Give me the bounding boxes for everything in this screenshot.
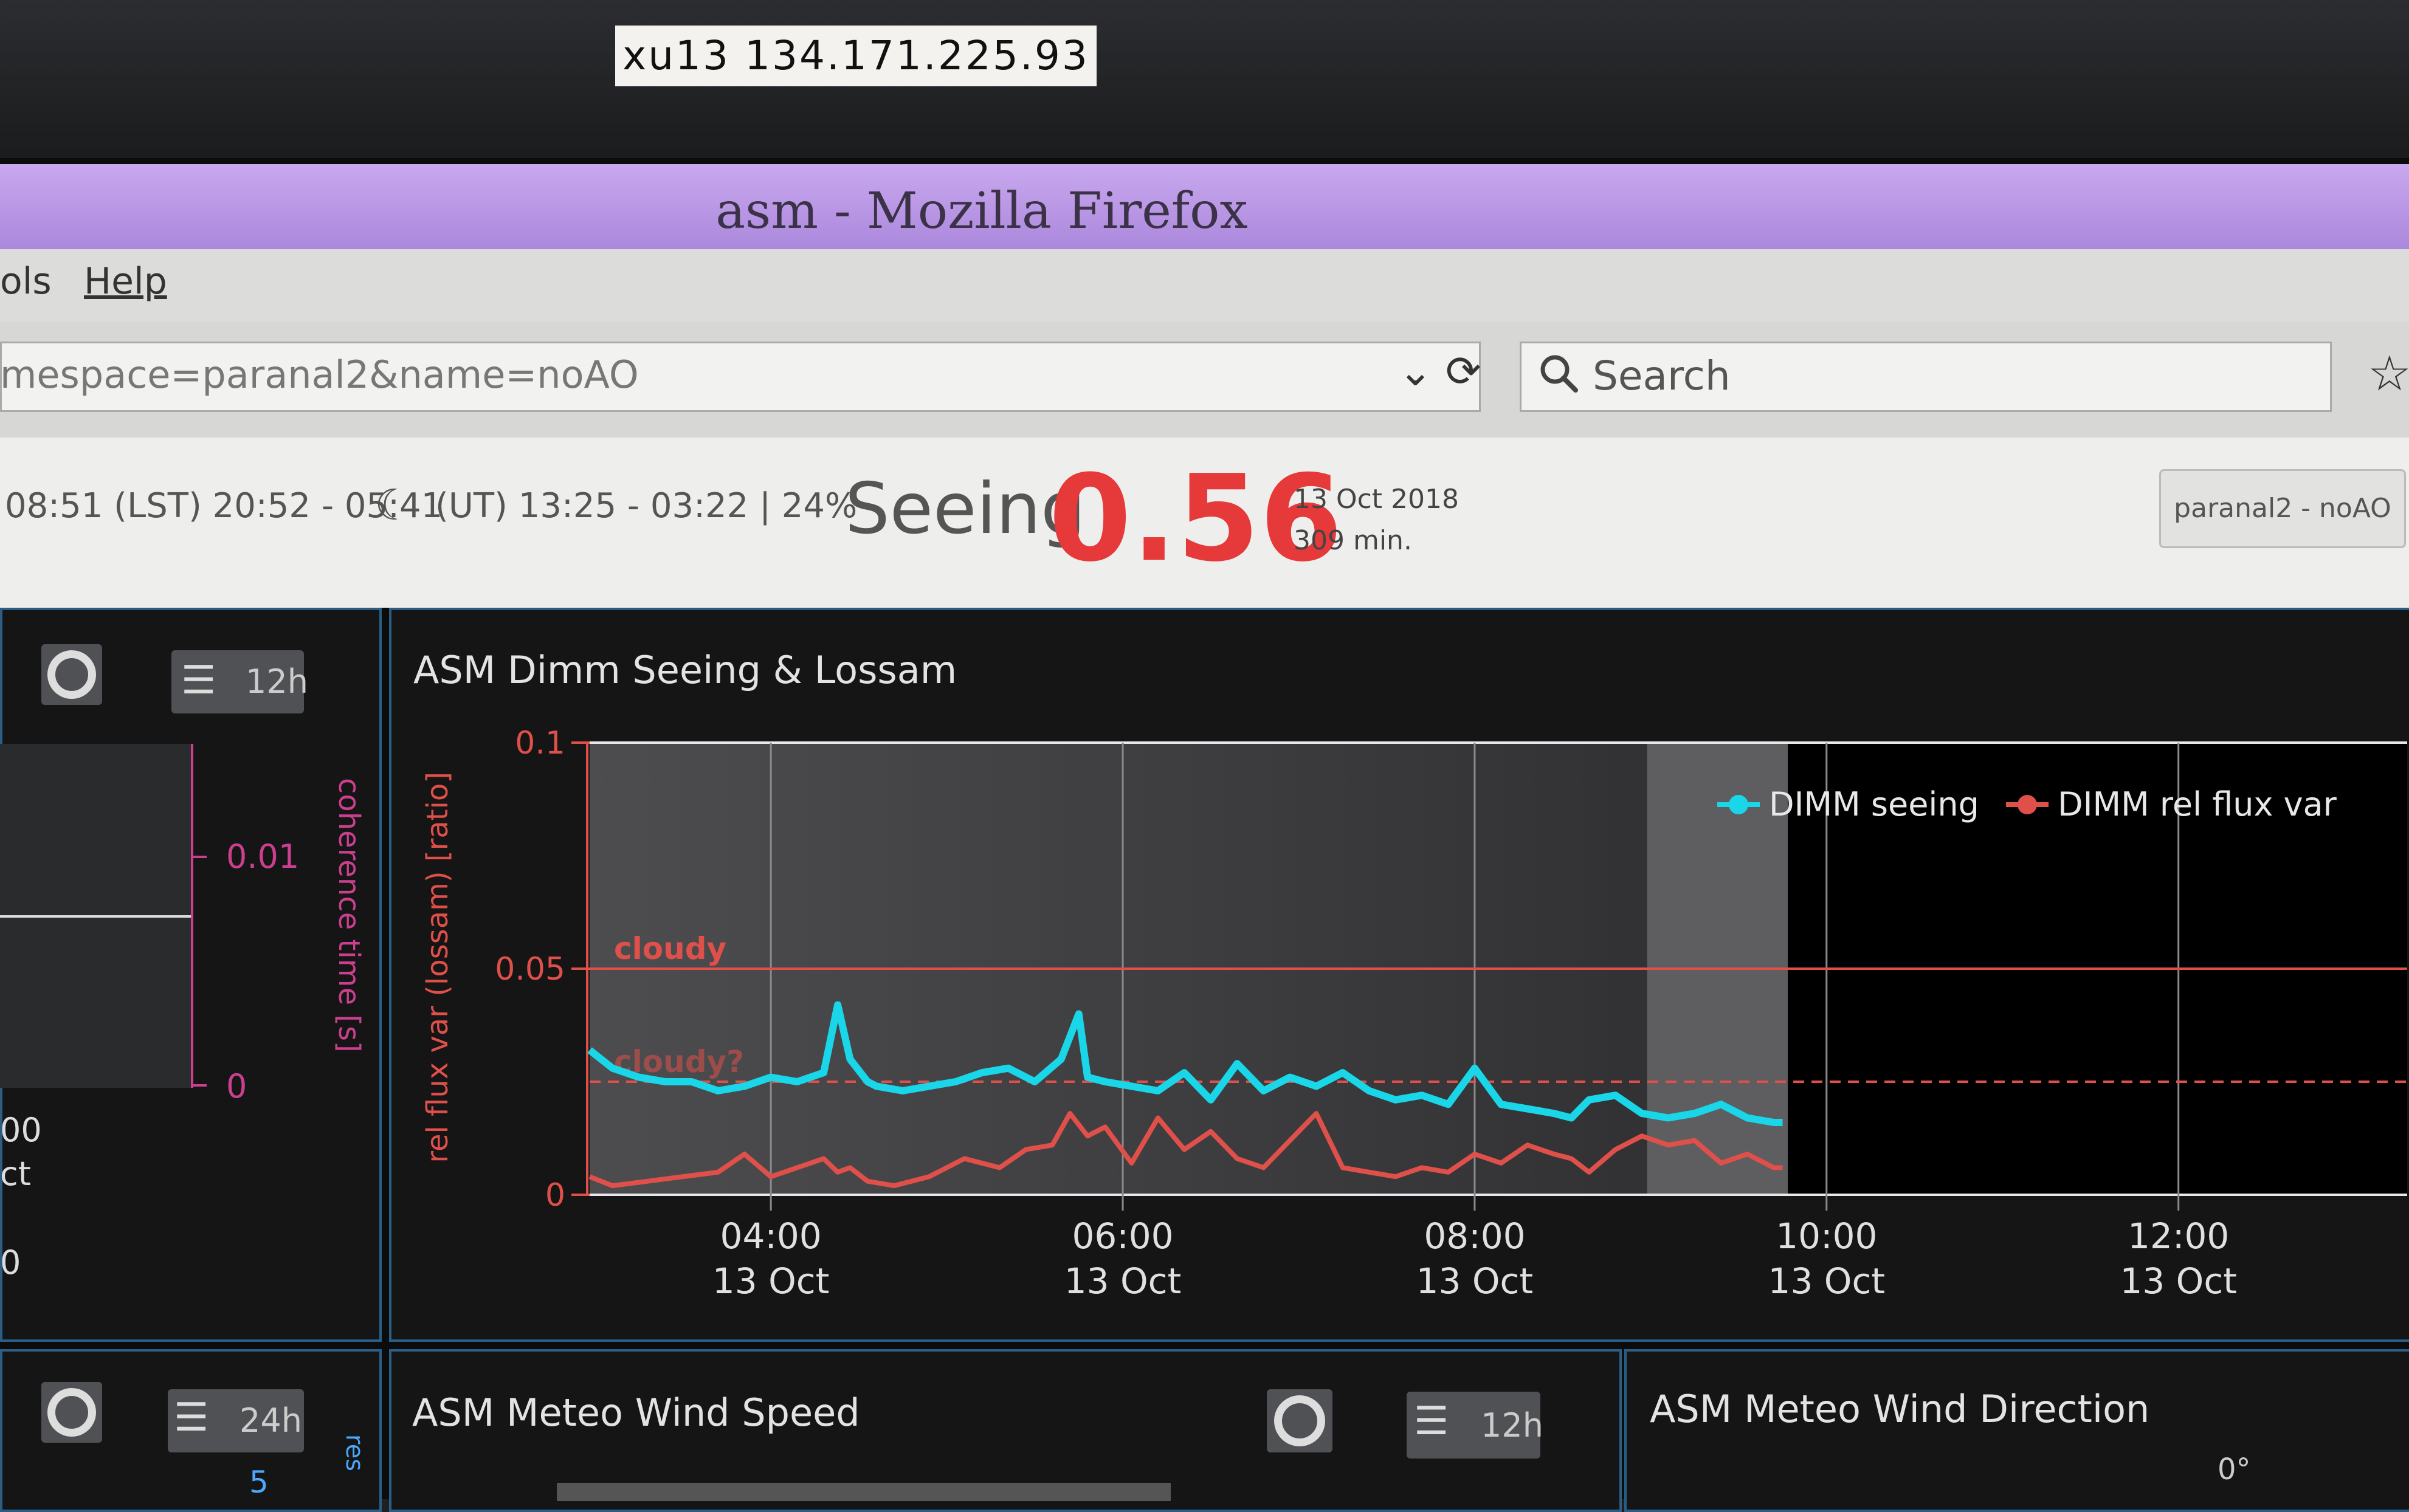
monitor-label: xu13 134.171.225.93	[615, 26, 1097, 86]
search-icon	[1540, 355, 1578, 393]
context-button[interactable]: paranal2 - noAO	[2159, 469, 2406, 548]
seeing-date: 13 Oct 2018	[1294, 484, 1460, 515]
legend-marker	[2018, 795, 2037, 814]
menu-icon: ☰	[174, 1395, 209, 1440]
y-tick-label: 0	[545, 1177, 565, 1214]
menu-tools[interactable]: ols	[0, 260, 52, 303]
partial-label: res	[340, 1434, 368, 1472]
y-tick-label: 0.1	[515, 725, 565, 761]
x-tick-date: 13 Oct	[712, 1260, 830, 1302]
x-tick-date: 13 Oct	[1768, 1260, 1886, 1302]
legend-marker	[1729, 795, 1748, 814]
x-tick-time: 06:00	[1072, 1215, 1173, 1257]
url-text[interactable]: mespace=paranal2&name=noAO	[0, 352, 639, 397]
x-tick-time: 10:00	[1776, 1215, 1877, 1257]
menu-icon: ☰	[1414, 1399, 1449, 1444]
range-label: 12h	[246, 662, 308, 701]
seeing-value: 0.56	[1049, 450, 1343, 588]
reload-icon[interactable]: ⟳	[1446, 346, 1481, 396]
partial-label-2: 0	[0, 1243, 21, 1282]
coherence-tick-1: 0	[226, 1067, 247, 1105]
chart-top	[557, 1483, 1171, 1501]
threshold-label: cloudy	[614, 931, 726, 966]
menu-bar	[0, 249, 2409, 322]
chevron-down-icon[interactable]: ⌄	[1398, 348, 1433, 396]
coherence-axis-label: coherence time [s]	[332, 778, 366, 1053]
wind-speed-title: ASM Meteo Wind Speed	[412, 1390, 860, 1435]
partial-label: 5	[249, 1465, 269, 1500]
record-icon	[1274, 1395, 1325, 1446]
seeing-duration: 309 min.	[1294, 525, 1412, 556]
x-tick-time: 12:00	[2128, 1215, 2229, 1257]
dimm-y-axis-label: rel flux var (lossam) [ratio]	[421, 772, 455, 1163]
x-tick-date: 13 Oct	[2120, 1260, 2237, 1302]
window-title: asm - Mozilla Firefox	[715, 182, 1248, 240]
legend-label: DIMM seeing	[1769, 785, 1979, 823]
dimm-chart: 0.10.05004:0013 Oct06:0013 Oct08:0013 Oc…	[495, 725, 2407, 1302]
y-tick-label: 0.05	[495, 951, 565, 988]
range-label: 24h	[240, 1401, 302, 1440]
x-tick-date: 13 Oct	[1064, 1260, 1182, 1302]
x-tick-date: 13 Oct	[1416, 1260, 1534, 1302]
partial-label-1: ct	[0, 1155, 31, 1193]
record-icon	[47, 650, 96, 699]
x-tick-time: 08:00	[1424, 1215, 1525, 1257]
wind-direction-tick: 0°	[2218, 1452, 2251, 1486]
coherence-tick-0: 0.01	[226, 837, 300, 876]
coherence-plot	[0, 744, 207, 1088]
wind-direction-title: ASM Meteo Wind Direction	[1650, 1387, 2150, 1431]
x-tick-time: 04:00	[720, 1215, 822, 1257]
monitor-bezel	[0, 0, 2409, 164]
menu-help[interactable]: Help	[84, 260, 167, 303]
ut-times: (UT) 13:25 - 03:22 | 24%	[435, 486, 858, 526]
range-label: 12h	[1481, 1406, 1543, 1445]
partial-label-0: 00	[0, 1111, 42, 1149]
bookmark-star-icon[interactable]: ☆	[2368, 345, 2409, 402]
menu-icon: ☰	[181, 658, 216, 703]
moon-icon: ☾	[374, 480, 413, 530]
record-icon	[47, 1388, 96, 1437]
legend-label: DIMM rel flux var	[2058, 785, 2337, 823]
search-placeholder: Search	[1593, 352, 1731, 399]
